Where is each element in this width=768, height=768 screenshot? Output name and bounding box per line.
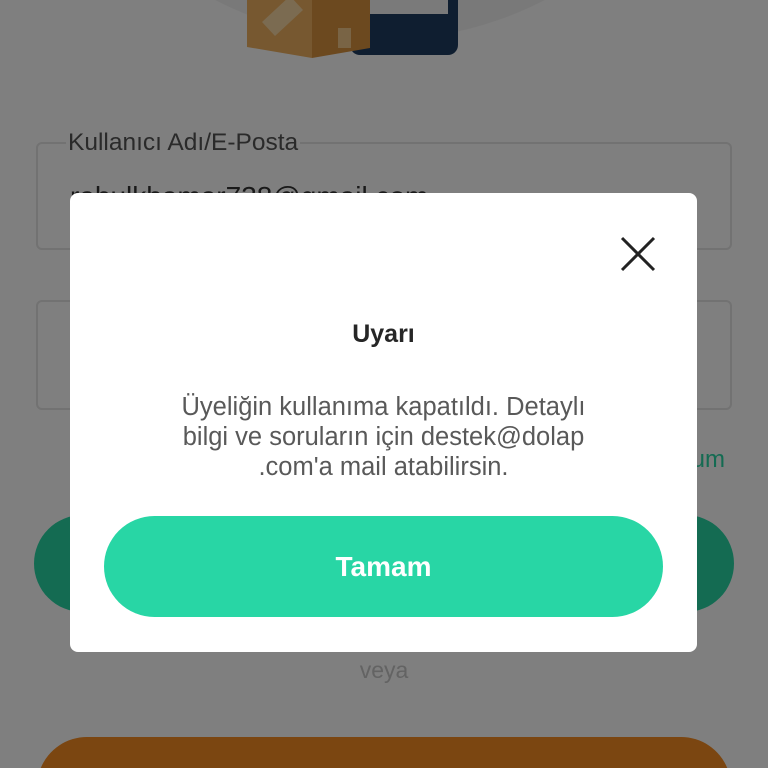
confirm-button-label: Tamam — [335, 551, 432, 582]
confirm-button[interactable]: Tamam — [104, 516, 663, 617]
dialog-message: Üyeliğin kullanıma kapatıldı. Detaylı bi… — [70, 392, 697, 482]
close-icon[interactable] — [620, 236, 656, 272]
dialog-title: Uyarı — [352, 320, 415, 348]
alert-dialog: Uyarı Üyeliğin kullanıma kapatıldı. Deta… — [70, 193, 697, 652]
dialog-message-line: Üyeliğin kullanıma kapatıldı. Detaylı — [181, 393, 586, 421]
dialog-message-line: .com'a mail atabilirsin. — [258, 453, 509, 481]
dialog-message-line: bilgi ve soruların için destek@dolap — [182, 423, 585, 451]
